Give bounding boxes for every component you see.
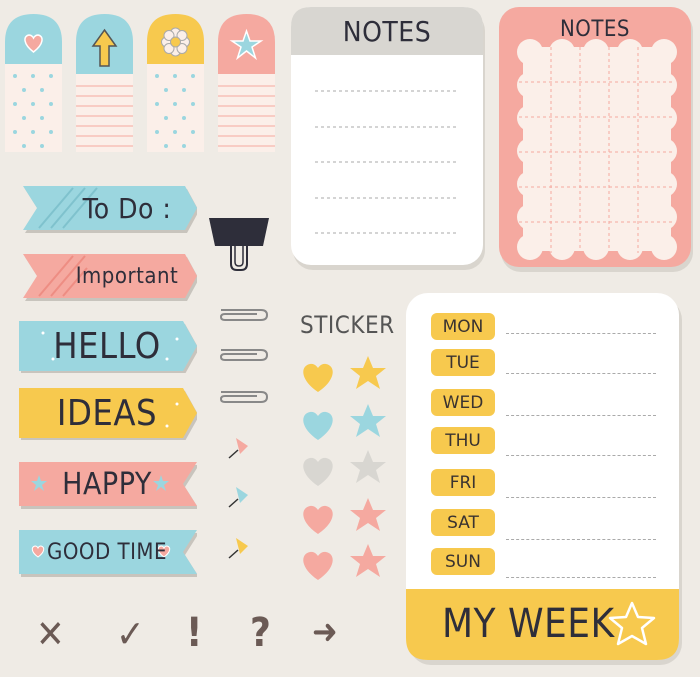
- day-line[interactable]: [506, 333, 656, 334]
- weekly-planner[interactable]: MON TUE WED THU FRI SAT SUN MY WEEK: [406, 293, 682, 665]
- day-line[interactable]: [506, 455, 656, 456]
- banner-ideas-label: IDEAS: [56, 392, 158, 434]
- notes-card-white[interactable]: NOTES: [291, 7, 485, 270]
- day-line[interactable]: [506, 577, 656, 578]
- star-icon: [350, 544, 386, 577]
- banner-todo[interactable]: To Do :: [17, 182, 197, 234]
- question-icon[interactable]: ?: [250, 610, 271, 656]
- heart-icon: [303, 457, 333, 486]
- day-tue[interactable]: TUE: [431, 349, 495, 376]
- star-icon: [350, 404, 386, 437]
- paperclip-icon: [215, 388, 269, 406]
- binder-clip-icon: [207, 216, 271, 274]
- day-line[interactable]: [506, 539, 656, 540]
- day-line[interactable]: [506, 373, 656, 374]
- banner-goodtime-label: GOOD TIME: [46, 539, 168, 565]
- banner-happy-label: HAPPY: [62, 466, 152, 502]
- day-line[interactable]: [506, 497, 656, 498]
- banner-happy[interactable]: HAPPY: [17, 458, 197, 510]
- banner-hello-label: HELLO: [53, 325, 161, 367]
- day-thu[interactable]: THU: [431, 427, 495, 454]
- paperclip-icon: [215, 346, 269, 364]
- banner-ideas[interactable]: IDEAS: [17, 386, 197, 440]
- cross-icon[interactable]: ✕: [36, 612, 65, 656]
- banner-hello[interactable]: HELLO: [17, 319, 197, 373]
- pushpin-pink-icon: [226, 436, 250, 460]
- banner-important-label: Important: [75, 263, 179, 289]
- paperclip-icon: [215, 306, 269, 324]
- heart-icon: [303, 363, 333, 392]
- day-sun[interactable]: SUN: [431, 548, 495, 575]
- day-fri[interactable]: FRI: [431, 469, 495, 496]
- notes-title: NOTES: [342, 15, 432, 48]
- star-icon: [350, 498, 386, 531]
- sticker-grid: [298, 352, 392, 582]
- day-line[interactable]: [506, 415, 656, 416]
- day-sat[interactable]: SAT: [431, 509, 495, 536]
- banner-goodtime[interactable]: GOOD TIME: [17, 526, 197, 578]
- day-mon[interactable]: MON: [431, 313, 495, 340]
- pushpin-blue-icon: [226, 485, 250, 509]
- pushpin-yellow-icon: [226, 536, 250, 560]
- banner-todo-label: To Do :: [82, 191, 172, 225]
- check-icon[interactable]: ✓: [116, 612, 145, 656]
- notes-card-pink[interactable]: NOTES: [499, 7, 693, 272]
- tab-arrow[interactable]: [76, 14, 133, 152]
- star-icon: [350, 450, 386, 483]
- heart-icon: [303, 551, 333, 580]
- tab-flower[interactable]: [147, 14, 204, 152]
- tab-heart[interactable]: [5, 14, 62, 152]
- sticker-title: STICKER: [300, 311, 395, 339]
- arrow-right-icon[interactable]: ➜: [312, 612, 338, 652]
- flower-icon: [161, 27, 190, 57]
- banner-important[interactable]: Important: [17, 250, 197, 302]
- star-icon: [350, 356, 386, 389]
- week-title: MY WEEK: [442, 601, 615, 647]
- heart-icon: [303, 411, 333, 440]
- heart-icon: [303, 505, 333, 534]
- exclamation-icon[interactable]: !: [186, 610, 202, 656]
- tab-star[interactable]: [218, 14, 275, 152]
- day-wed[interactable]: WED: [431, 389, 495, 416]
- sticky-notes-sheet: NOTES NOTES To Do : Important HELLO IDEA…: [0, 0, 700, 677]
- notes-pink-title: NOTES: [559, 17, 631, 42]
